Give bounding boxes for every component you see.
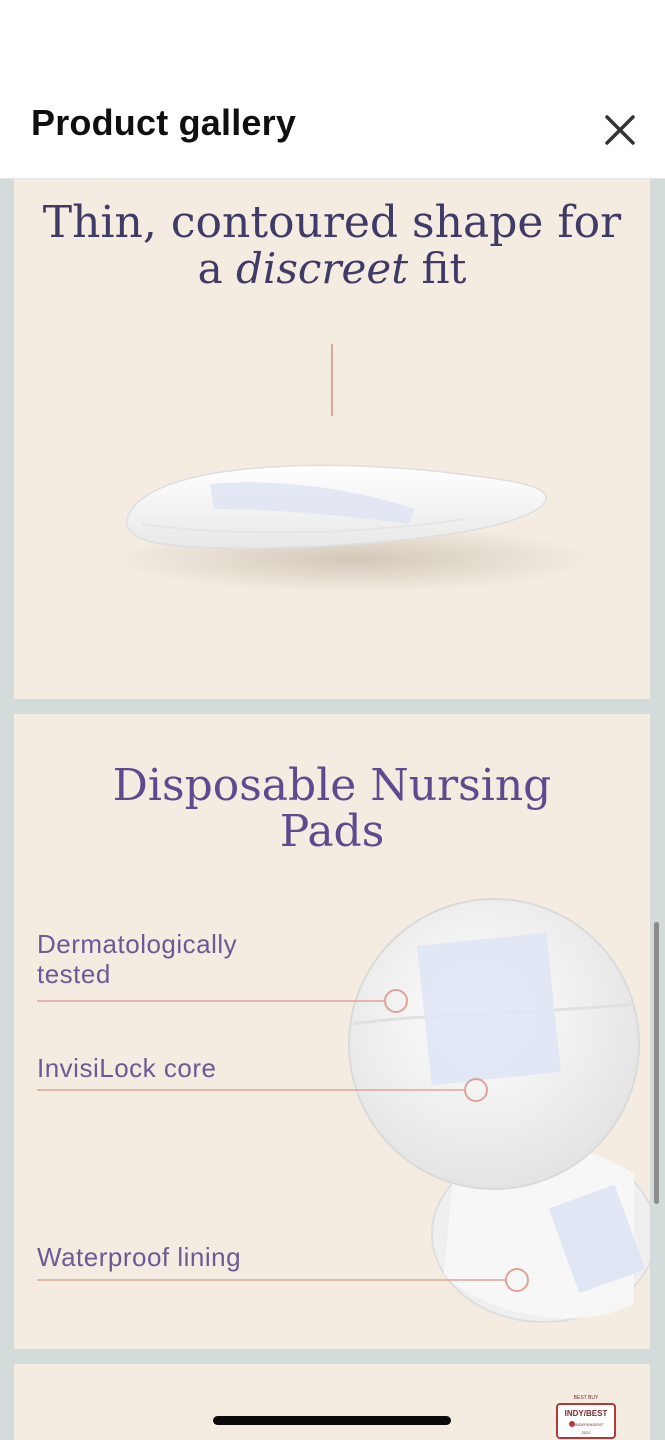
nursing-pad-side-illustration — [114, 344, 594, 593]
badge-check-icon — [569, 1421, 575, 1427]
feature-label-waterproof: Waterproof lining — [37, 1242, 242, 1272]
award-badge: BEST BUY INDY/BEST INDEPENDENT 2022 — [556, 1395, 616, 1439]
feature-label-dermatologically: Dermatologically — [37, 929, 238, 959]
scrollbar[interactable] — [654, 922, 659, 1204]
badge-main-text: INDY/BEST — [565, 1409, 608, 1418]
gallery-image-1[interactable]: Thin, contoured shape for a discreet fit — [14, 179, 650, 699]
gallery-header: Product gallery — [0, 84, 665, 179]
home-indicator[interactable] — [213, 1416, 451, 1425]
image-gallery[interactable]: Thin, contoured shape for a discreet fit — [0, 179, 665, 1440]
badge-sub-text: INDEPENDENT — [575, 1422, 604, 1427]
page-title: Product gallery — [31, 102, 297, 143]
badge-top-text: BEST BUY — [574, 1395, 599, 1401]
status-bar — [0, 0, 665, 84]
gallery-image-2[interactable]: Disposable Nursing Pads Dermatologically… — [14, 714, 650, 1349]
feature-label-invisilock: InvisiLock core — [37, 1053, 217, 1083]
badge-year-text: 2022 — [582, 1430, 592, 1435]
gallery-image-3[interactable]: BEST BUY INDY/BEST INDEPENDENT 2022 — [14, 1364, 650, 1440]
feature-label-tested: tested — [37, 959, 111, 989]
close-icon — [605, 115, 635, 145]
close-button[interactable] — [598, 108, 642, 152]
